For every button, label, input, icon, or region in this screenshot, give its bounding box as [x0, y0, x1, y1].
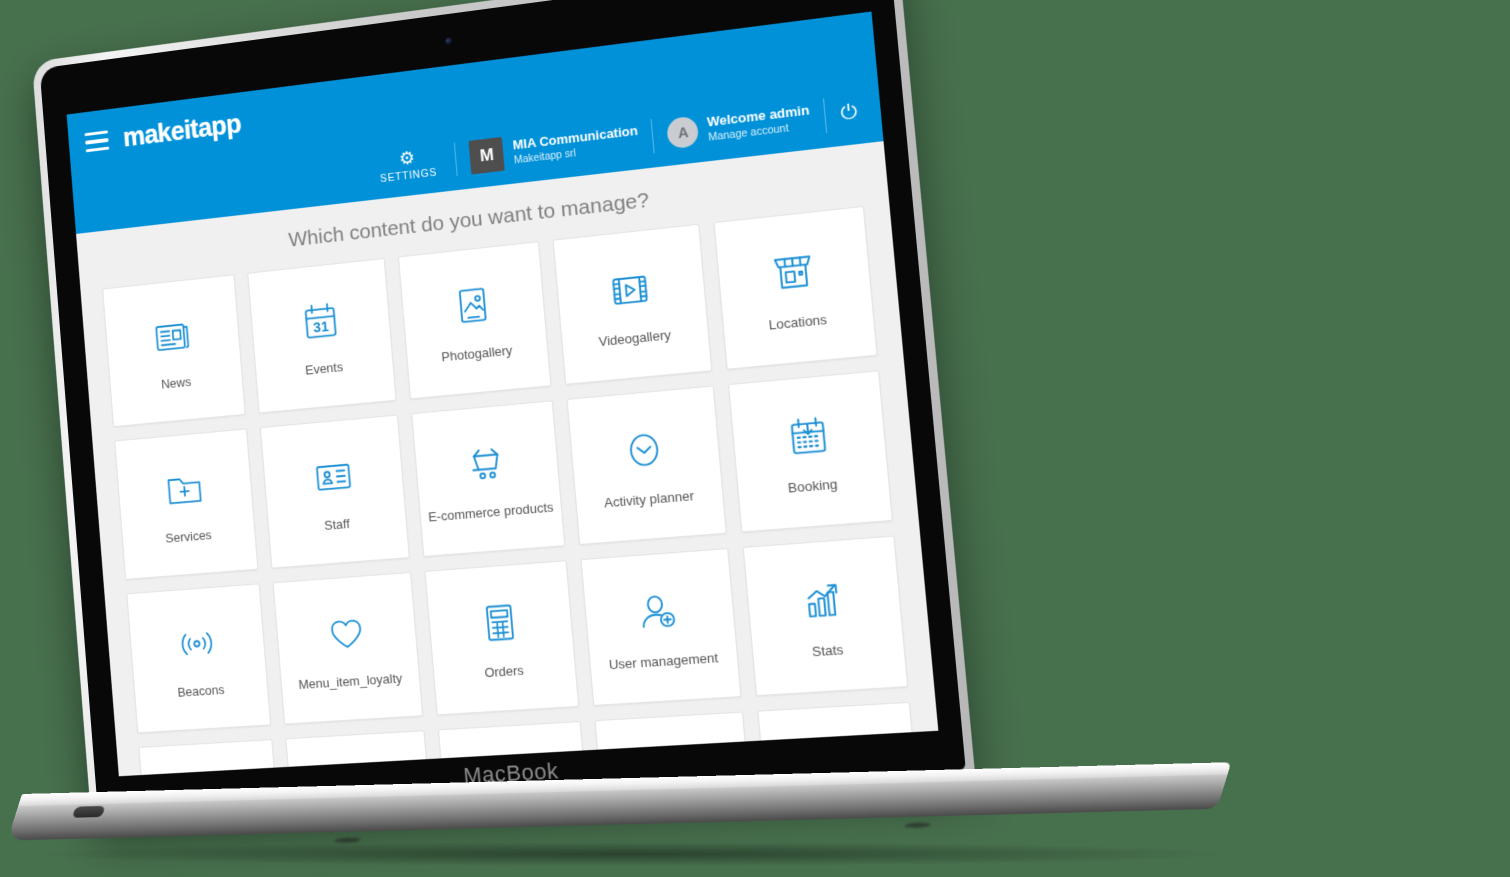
content-tile-label: E-commerce products: [427, 499, 555, 525]
folder-plus-icon: [162, 464, 206, 516]
beacon-signal-icon: [175, 618, 220, 669]
manage-account-link[interactable]: Manage account: [708, 119, 812, 144]
storefront-icon: [768, 244, 819, 300]
content-tile[interactable]: Orders: [424, 560, 580, 716]
svg-text:31: 31: [312, 319, 329, 337]
content-tile[interactable]: Menu_item_loyalty: [272, 571, 423, 725]
content-tile-label: Services: [164, 527, 213, 546]
content-tile[interactable]: Activity planner: [566, 385, 727, 545]
account-info[interactable]: A Welcome admin Manage account: [652, 92, 827, 159]
account-name: Welcome admin: [706, 102, 811, 130]
content-tile[interactable]: User management: [580, 548, 742, 706]
brand-logo[interactable]: makeitapp: [122, 108, 242, 152]
content-tile[interactable]: [138, 739, 285, 777]
content-tile-label: User management: [608, 649, 719, 673]
settings-label: SETTINGS: [379, 166, 438, 185]
makeitapp-dashboard: makeitapp ⚙ SETTINGS M MIA Communication…: [66, 11, 939, 777]
content-tile-label: News: [160, 374, 192, 392]
hamburger-menu-icon[interactable]: [84, 130, 110, 153]
calendar-download-icon: [783, 408, 834, 464]
organization-subtitle: Makeitapp srl: [513, 146, 577, 167]
content-tile[interactable]: Services: [114, 428, 259, 580]
id-card-icon: [310, 450, 356, 503]
newspaper-icon: [150, 310, 194, 362]
content-tile[interactable]: 31 Events: [247, 257, 397, 414]
organization-badge: M: [468, 136, 505, 175]
content-tile[interactable]: Staff: [260, 414, 410, 569]
image-icon: [449, 278, 496, 332]
power-icon[interactable]: ⏻: [825, 99, 865, 127]
content-tile[interactable]: News: [102, 274, 247, 428]
content-tile-label: Staff: [323, 516, 351, 533]
organization-name: MIA Communication: [512, 123, 639, 153]
content-tile[interactable]: [756, 701, 924, 777]
clock-icon: [620, 423, 669, 478]
content-tile-label: Orders: [483, 662, 525, 681]
content-tile[interactable]: Videogallery: [552, 223, 712, 385]
content-area: Which content do you want to manage? New…: [76, 141, 939, 777]
content-tile[interactable]: Stats: [742, 535, 909, 697]
device-mockup-scene: makeitapp ⚙ SETTINGS M MIA Communication…: [0, 0, 1510, 877]
content-tile-label: Photogallery: [440, 342, 514, 365]
base-port: [71, 805, 106, 818]
content-tile-label: Beacons: [176, 682, 225, 700]
avatar: A: [666, 115, 700, 150]
content-tile[interactable]: [437, 721, 594, 777]
heart-icon: [323, 607, 369, 659]
price-tags-icon: [649, 755, 699, 776]
film-play-icon: [606, 262, 655, 317]
content-tile[interactable]: Locations: [713, 205, 878, 370]
content-tile[interactable]: Booking: [727, 370, 893, 533]
laptop-lid: makeitapp ⚙ SETTINGS M MIA Communication…: [31, 0, 976, 825]
content-tile-label: Locations: [767, 311, 828, 333]
gear-icon: ⚙: [398, 146, 416, 169]
content-tile[interactable]: Beacons: [126, 583, 272, 734]
content-tile-label: Menu_item_loyalty: [297, 670, 403, 693]
calculator-icon: [476, 596, 524, 649]
content-tile-label: Events: [304, 359, 344, 378]
content-tile-grid: News 31 Events Photogallery Videogallery Loca…: [81, 203, 939, 777]
screen-bezel: makeitapp ⚙ SETTINGS M MIA Communication…: [39, 0, 966, 815]
bar-chart-arrow-icon: [798, 573, 849, 628]
bookmark-book-icon: [490, 764, 538, 776]
user-plus-icon: [634, 585, 683, 639]
content-tile[interactable]: [594, 711, 756, 777]
webcam-icon: [444, 37, 453, 46]
content-tile-label: Videogallery: [597, 327, 672, 350]
content-tile[interactable]: E-commerce products: [411, 400, 566, 558]
shopping-cart-icon: [463, 437, 511, 491]
screen: makeitapp ⚙ SETTINGS M MIA Communication…: [66, 11, 939, 777]
base-shadow: [35, 842, 1225, 866]
settings-button[interactable]: ⚙ SETTINGS: [358, 137, 457, 193]
calendar-31-icon: 31: [297, 294, 343, 347]
base-foot: [903, 822, 932, 829]
content-tile-label: Booking: [787, 476, 839, 496]
content-tile[interactable]: Photogallery: [397, 241, 552, 400]
divider: [823, 98, 828, 134]
content-tile-label: Stats: [811, 641, 845, 660]
divider: [651, 118, 656, 154]
